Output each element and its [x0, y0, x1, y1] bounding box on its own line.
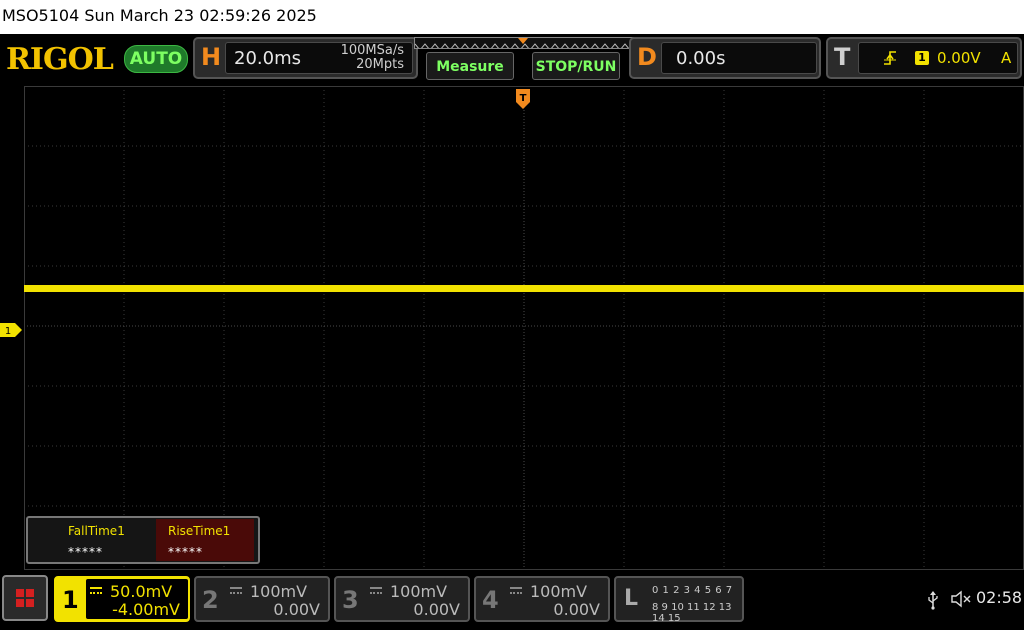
logic-analyzer-label[interactable]: L 0 1 2 3 4 5 6 7 8 9 10 11 12 13 14 15 [614, 576, 744, 624]
horizontal-label: H [201, 43, 222, 71]
ch1-trace [24, 285, 1024, 292]
dc-coupling-icon [510, 587, 522, 595]
horizontal-panel[interactable]: H 20.0ms 100MSa/s 20Mpts [193, 37, 418, 79]
channel-2-label[interactable]: 2 100mV 0.00V [194, 576, 330, 622]
logic-channels-row-1: 0 1 2 3 4 5 6 7 [652, 585, 733, 596]
trigger-position-arrow[interactable]: T [515, 88, 531, 110]
channel-3-label[interactable]: 3 100mV 0.00V [334, 576, 470, 622]
sample-rate-value: 100MSa/s [340, 43, 404, 58]
measurement-name: RiseTime1 [168, 524, 231, 538]
dc-coupling-icon [370, 587, 382, 595]
graticule [24, 86, 1024, 570]
system-clock: 02:58 [976, 588, 1023, 607]
channel-offset: 0.00V [413, 600, 460, 619]
rigol-logo: RIGOL [6, 42, 114, 77]
trigger-label: T [834, 43, 851, 71]
speaker-muted-icon[interactable] [950, 589, 972, 609]
channel-number: 1 [62, 586, 79, 614]
channel-number: 2 [202, 586, 219, 614]
horizontal-readout: 20.0ms 100MSa/s 20Mpts [225, 42, 413, 74]
measurement-name: FallTime1 [68, 524, 125, 538]
channel-offset: -4.00mV [112, 600, 180, 619]
measurement-value: ***** [68, 545, 103, 559]
auto-button[interactable]: AUTO [124, 45, 188, 73]
measurement-item[interactable]: FallTime1 ***** [56, 519, 156, 561]
channel-offset: 0.00V [553, 600, 600, 619]
timebase-value: 20.0ms [234, 48, 301, 69]
channel-number: 3 [342, 586, 359, 614]
dc-coupling-icon [90, 587, 102, 595]
delay-readout: 0.00s [661, 42, 817, 74]
dc-coupling-icon [230, 587, 242, 595]
delay-label: D [637, 43, 657, 71]
channel-scale: 50.0mV [110, 582, 173, 601]
channel-scale: 100mV [530, 582, 588, 601]
channel-1-label[interactable]: 1 50.0mV -4.00mV [54, 576, 190, 622]
channel-number: 4 [482, 586, 499, 614]
rising-edge-icon [884, 51, 896, 65]
trigger-panel[interactable]: T 1 0.00V A [826, 37, 1022, 79]
measurement-table[interactable]: FallTime1 ***** RiseTime1 ***** [26, 516, 260, 564]
trigger-source-badge: 1 [915, 51, 929, 65]
window-title: MSO5104 Sun March 23 02:59:26 2025 [0, 0, 1024, 34]
waveform-display[interactable] [24, 86, 1024, 570]
sample-rate-readout: 100MSa/s 20Mpts [341, 44, 404, 72]
logic-channels-row-2: 8 9 10 11 12 13 14 15 [652, 602, 732, 624]
trigger-position-marker [518, 38, 528, 44]
trigger-level-value: 0.00V [937, 49, 981, 67]
trigger-readout: 1 0.00V A [858, 42, 1018, 74]
trigger-marker-label: T [520, 93, 527, 104]
stop-run-button[interactable]: STOP/RUN [532, 52, 620, 80]
top-status-bar: RIGOL AUTO H 20.0ms 100MSa/s 20Mpts Meas… [0, 34, 1024, 86]
channel-offset: 0.00V [273, 600, 320, 619]
memory-depth-value: 20Mpts [356, 57, 404, 72]
channel-4-label[interactable]: 4 100mV 0.00V [474, 576, 610, 622]
delay-panel[interactable]: D 0.00s [629, 37, 821, 79]
measure-button[interactable]: Measure [426, 52, 514, 80]
channel-scale: 100mV [250, 582, 308, 601]
main-menu-button[interactable] [2, 575, 48, 621]
ch1-marker-label: 1 [5, 326, 11, 337]
logic-analyzer-letter: L [624, 586, 639, 611]
bottom-status-bar: 1 50.0mV -4.00mV 2 100mV 0.00V 3 100mV 0… [0, 570, 1024, 630]
delay-value: 0.00s [676, 48, 726, 69]
measurement-item-selected[interactable]: RiseTime1 ***** [156, 519, 254, 561]
ch1-ground-marker[interactable]: 1 [0, 323, 22, 337]
trigger-mode-value: A [1001, 49, 1012, 67]
usb-icon[interactable] [926, 590, 940, 610]
measurement-value: ***** [168, 545, 203, 559]
channel-scale: 100mV [390, 582, 448, 601]
